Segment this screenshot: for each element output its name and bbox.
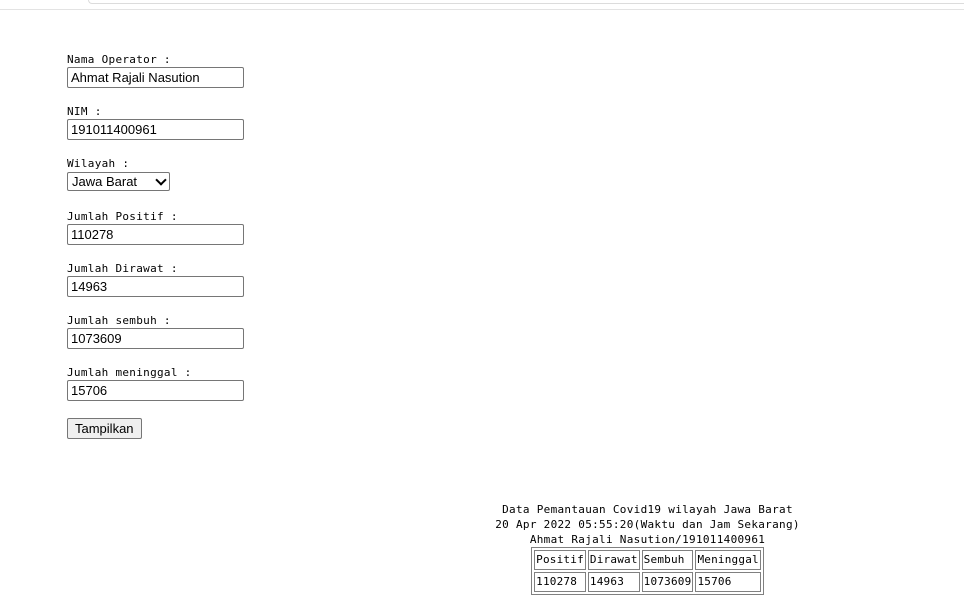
wilayah-selected-value: Jawa Barat (72, 174, 138, 189)
wilayah-select[interactable]: Jawa Barat (67, 172, 170, 191)
positif-label: Jumlah Positif : (67, 210, 178, 223)
operator-label: Nama Operator : (67, 53, 171, 66)
meninggal-label: Jumlah meninggal : (67, 366, 192, 379)
sembuh-label: Jumlah sembuh : (67, 314, 171, 327)
chevron-down-icon (155, 174, 167, 186)
nim-input[interactable] (67, 119, 244, 140)
report-section: Data Pemantauan Covid19 wilayah Jawa Bar… (480, 502, 815, 595)
report-title: Data Pemantauan Covid19 wilayah Jawa Bar… (502, 503, 793, 516)
dirawat-input[interactable] (67, 276, 244, 297)
cell-dirawat: 14963 (587, 572, 640, 592)
wilayah-label: Wilayah : (67, 157, 130, 170)
header-positif: Positif (534, 550, 586, 570)
meninggal-group: Jumlah meninggal : (67, 366, 367, 401)
positif-input[interactable] (67, 224, 244, 245)
cell-positif: 110278 (534, 572, 586, 592)
covid-data-form: Nama Operator : NIM : Wilayah : Jawa Bar… (67, 53, 367, 439)
table-header-row: Positif Dirawat Sembuh Meninggal (534, 550, 761, 570)
tampilkan-button[interactable]: Tampilkan (67, 418, 142, 439)
sembuh-group: Jumlah sembuh : (67, 314, 367, 349)
report-datetime: 20 Apr 2022 05:55:20(Waktu dan Jam Sekar… (495, 518, 800, 531)
result-table: Positif Dirawat Sembuh Meninggal 110278 … (531, 547, 764, 595)
wilayah-group: Wilayah : Jawa Barat (67, 157, 367, 191)
meninggal-input[interactable] (67, 380, 244, 401)
dirawat-label: Jumlah Dirawat : (67, 262, 178, 275)
cell-meninggal: 15706 (695, 572, 761, 592)
nim-label: NIM : (67, 105, 102, 118)
header-dirawat: Dirawat (587, 550, 640, 570)
cell-sembuh: 1073609 (641, 572, 694, 592)
dirawat-group: Jumlah Dirawat : (67, 262, 367, 297)
positif-group: Jumlah Positif : (67, 210, 367, 245)
nim-group: NIM : (67, 105, 367, 140)
table-row: 110278 14963 1073609 15706 (534, 572, 761, 592)
sembuh-input[interactable] (67, 328, 244, 349)
report-operator: Ahmat Rajali Nasution/191011400961 (529, 533, 766, 546)
operator-input[interactable] (67, 67, 244, 88)
browser-tab-edge (88, 0, 964, 4)
operator-group: Nama Operator : (67, 53, 367, 88)
header-sembuh: Sembuh (641, 550, 694, 570)
header-meninggal: Meninggal (695, 550, 761, 570)
browser-frame-edge (0, 0, 964, 10)
